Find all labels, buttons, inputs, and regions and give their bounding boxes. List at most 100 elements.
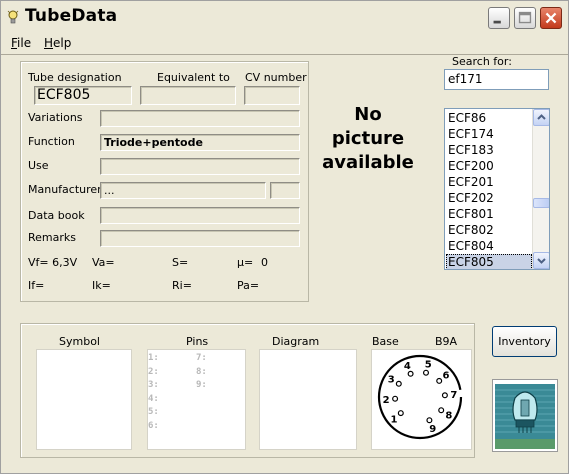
search-input[interactable]: ef171 — [444, 69, 549, 90]
lightbulb-icon — [7, 10, 19, 24]
tube-list-item[interactable]: ECF183 — [446, 142, 532, 158]
function-field[interactable]: Triode+pentode — [100, 134, 300, 151]
diagram-label: Diagram — [272, 335, 320, 348]
pins-label: Pins — [186, 335, 209, 348]
close-icon — [545, 12, 557, 24]
socket-pin-label: 5 — [425, 360, 432, 371]
tube-list-item[interactable]: ECF174 — [446, 126, 532, 142]
tube-list-item[interactable]: ECF805 — [446, 254, 532, 269]
socket-pin-hole — [441, 392, 448, 399]
pin-label: 7: — [196, 353, 207, 363]
pin-label: 3: — [148, 380, 159, 390]
symbol-label: Symbol — [59, 335, 100, 348]
pin-label: 1: — [148, 353, 159, 363]
data-book-label: Data book — [28, 209, 85, 222]
socket-pin-label: 3 — [388, 375, 395, 386]
socket-pin-hole — [392, 395, 399, 402]
socket-pin-hole — [426, 417, 433, 424]
mu-value: 0 — [261, 256, 268, 269]
socket-pin-hole — [397, 410, 404, 417]
data-book-field[interactable] — [100, 207, 300, 224]
socket-pin-hole — [395, 380, 402, 387]
search-label: Search for: — [452, 55, 512, 68]
scroll-thumb[interactable] — [533, 198, 549, 208]
symbol-box — [36, 349, 132, 450]
pins-box: 1: 2: 3: 4: 5: 6: 7: 8: 9: — [147, 349, 246, 450]
no-picture-message: No picture available — [319, 103, 417, 175]
equivalent-to-field[interactable] — [140, 86, 236, 105]
maximize-button[interactable] — [514, 7, 536, 29]
base-label: Base — [372, 335, 399, 348]
tube-designation-field[interactable]: ECF805 — [34, 86, 132, 105]
socket-pin-hole — [422, 369, 429, 376]
tube-list-item[interactable]: ECF200 — [446, 158, 532, 174]
base-box: 12 34 567 89 — [371, 349, 472, 450]
manufacturer-field[interactable]: ... — [100, 182, 266, 199]
socket-pin-label: 2 — [383, 395, 390, 406]
no-picture-line1: No — [354, 104, 382, 125]
minimize-button[interactable] — [488, 7, 510, 29]
tube-list-item[interactable]: ECF86 — [446, 110, 532, 126]
ri-value: Ri= — [172, 279, 192, 292]
manufacturer-code-field[interactable] — [270, 182, 300, 199]
tube-list-item[interactable]: ECF801 — [446, 206, 532, 222]
socket-pin-hole — [407, 370, 414, 377]
close-button[interactable] — [540, 7, 562, 29]
s-value: S= — [172, 256, 189, 269]
variations-field[interactable] — [100, 110, 300, 127]
tube-listbox[interactable]: ECF86 ECF174 ECF183 ECF200 ECF201 ECF202 ECF80… — [444, 108, 550, 270]
scroll-down-button[interactable] — [533, 252, 549, 269]
app-window: TubeData File Help Tube designation Equi… — [0, 0, 569, 474]
tube-list-items: ECF86 ECF174 ECF183 ECF200 ECF201 ECF202 ECF80… — [446, 110, 532, 269]
cv-number-label: CV number — [245, 71, 307, 84]
pin-label: 8: — [196, 366, 207, 377]
diagram-box — [259, 349, 357, 450]
use-label: Use — [28, 159, 49, 172]
base-type-label: B9A — [435, 335, 458, 348]
socket-pin-hole — [438, 407, 445, 414]
chevron-down-icon — [537, 258, 546, 264]
socket-pin-label: 9 — [429, 424, 436, 435]
tube-list-item[interactable]: ECF202 — [446, 190, 532, 206]
menu-file[interactable]: File — [11, 36, 31, 50]
tube-list-item[interactable]: ECF201 — [446, 174, 532, 190]
list-scrollbar[interactable] — [532, 109, 549, 269]
vacuum-tube-logo-icon — [495, 384, 555, 449]
chevron-up-icon — [537, 114, 546, 120]
pins-right-column: 7: 8: 9: — [196, 352, 207, 393]
variations-label: Variations — [28, 111, 83, 124]
tube-list-item[interactable]: ECF804 — [446, 238, 532, 254]
socket-pin-label: 4 — [404, 361, 411, 372]
pins-left-column: 1: 2: 3: 4: 5: 6: — [148, 352, 159, 433]
no-picture-line3: available — [322, 152, 414, 173]
scroll-up-button[interactable] — [533, 109, 549, 126]
minimize-icon — [493, 20, 501, 24]
menu-help[interactable]: Help — [44, 36, 71, 50]
tube-logo — [492, 379, 558, 452]
menu-bar: File Help — [1, 35, 568, 53]
socket-pin-label: 7 — [450, 390, 457, 401]
pin-label: 2: — [148, 366, 159, 377]
cv-number-field[interactable] — [244, 86, 300, 105]
maximize-icon — [518, 11, 532, 24]
vf-value: Vf= 6,3V — [28, 256, 78, 269]
tube-designation-label: Tube designation — [28, 71, 122, 84]
va-value: Va= — [92, 256, 115, 269]
title-bar[interactable]: TubeData — [1, 1, 568, 34]
b9a-socket-diagram: 12 34 567 89 — [377, 354, 463, 440]
no-picture-line2: picture — [331, 128, 405, 149]
pin-label: 5: — [148, 407, 159, 417]
tube-list-item[interactable]: ECF802 — [446, 222, 532, 238]
remarks-field[interactable] — [100, 230, 300, 247]
use-field[interactable] — [100, 158, 300, 175]
mu-label: µ= — [237, 256, 254, 269]
pin-label: 4: — [148, 393, 159, 404]
inventory-button[interactable]: Inventory — [492, 326, 557, 357]
socket-pin-hole — [436, 377, 443, 384]
ik-value: Ik= — [92, 279, 111, 292]
pa-value: Pa= — [237, 279, 260, 292]
socket-pin-label: 6 — [443, 371, 450, 382]
equivalent-to-label: Equivalent to — [157, 71, 230, 84]
pin-label: 6: — [148, 420, 159, 431]
if-value: If= — [28, 279, 45, 292]
